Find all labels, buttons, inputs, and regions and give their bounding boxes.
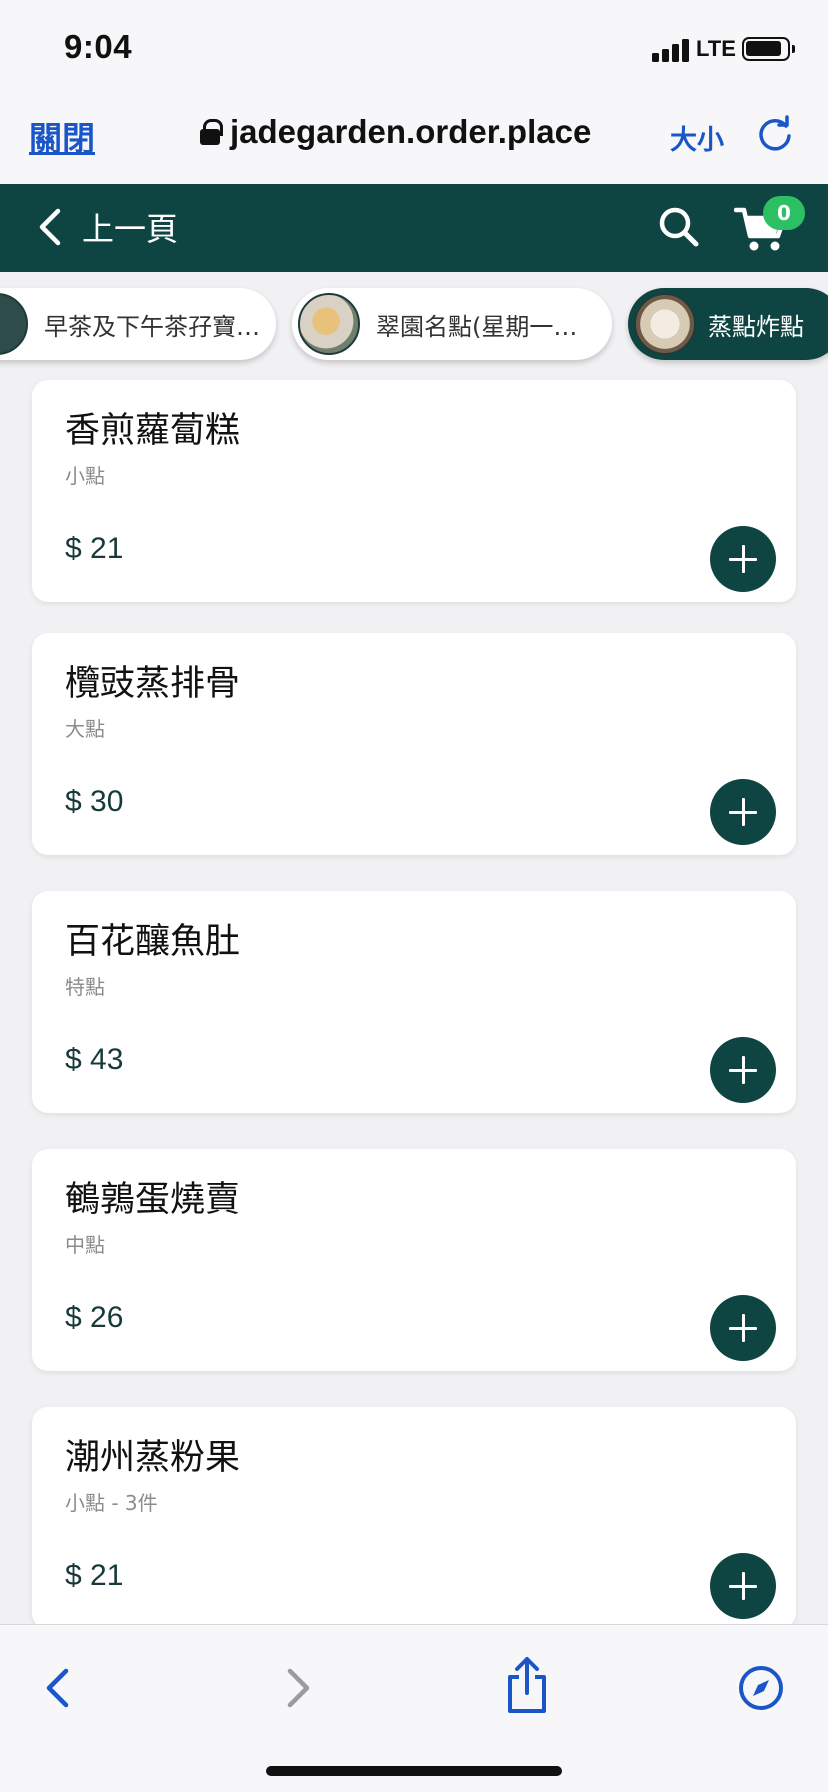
- category-thumbnail: [0, 293, 28, 355]
- category-chip-2[interactable]: 翠園名點(星期一…: [292, 288, 612, 360]
- home-indicator: [266, 1766, 562, 1776]
- app-header: 上一頁: [0, 184, 828, 272]
- close-button[interactable]: 關閉: [29, 112, 95, 160]
- item-name: 鵪鶉蛋燒賣: [65, 1180, 241, 1220]
- category-chip-3[interactable]: 蒸點炸點: [628, 288, 828, 360]
- item-size: 特點: [65, 975, 105, 999]
- item-size: 中點: [65, 1233, 105, 1257]
- add-to-cart-button[interactable]: [710, 526, 776, 592]
- menu-item-card[interactable]: 鵪鶉蛋燒賣 中點 $ 26: [32, 1149, 796, 1371]
- url-text: jadegarden.order.place: [230, 113, 592, 150]
- lock-icon: [200, 119, 223, 145]
- search-icon[interactable]: [658, 206, 700, 248]
- item-name: 百花釀魚肚: [65, 922, 241, 962]
- add-to-cart-button[interactable]: [710, 779, 776, 845]
- item-name: 香煎蘿蔔糕: [65, 411, 241, 451]
- category-chip-1[interactable]: 早茶及下午茶孖寶…: [0, 288, 276, 360]
- address-bar[interactable]: jadegarden.order.place: [200, 110, 591, 154]
- menu-item-card[interactable]: 潮州蒸粉果 小點 - 3件 $ 21: [32, 1407, 796, 1629]
- cart-count-badge: 0: [763, 196, 805, 230]
- item-price: $ 30: [65, 785, 124, 818]
- menu-item-card[interactable]: 百花釀魚肚 特點 $ 43: [32, 891, 796, 1113]
- item-name: 潮州蒸粉果: [65, 1438, 241, 1478]
- status-time: 9:04: [64, 28, 133, 65]
- item-price: $ 43: [65, 1043, 124, 1076]
- share-icon[interactable]: [502, 1655, 552, 1715]
- text-size-button[interactable]: 大小: [670, 118, 724, 157]
- back-chevron-icon: [39, 208, 61, 246]
- item-price: $ 21: [65, 532, 124, 565]
- category-chips: 早茶及下午茶孖寶… 翠園名點(星期一… 蒸點炸點: [0, 282, 828, 368]
- item-size: 大點: [65, 717, 105, 741]
- item-price: $ 26: [65, 1301, 124, 1334]
- category-thumbnail: [634, 293, 696, 355]
- item-size: 小點: [65, 464, 105, 488]
- menu-item-card[interactable]: 香煎蘿蔔糕 小點 $ 21: [32, 380, 796, 602]
- add-to-cart-button[interactable]: [710, 1553, 776, 1619]
- signal-icon: [652, 38, 692, 62]
- item-name: 欖豉蒸排骨: [65, 664, 241, 704]
- compass-icon[interactable]: [736, 1663, 786, 1713]
- category-label: 翠園名點(星期一…: [376, 312, 578, 341]
- category-label: 早茶及下午茶孖寶…: [44, 312, 260, 341]
- add-to-cart-button[interactable]: [710, 1295, 776, 1361]
- back-button[interactable]: 上一頁: [36, 204, 178, 250]
- category-label: 蒸點炸點: [708, 312, 804, 341]
- back-label: 上一頁: [82, 210, 179, 248]
- reload-icon[interactable]: [756, 114, 796, 154]
- item-price: $ 21: [65, 1559, 124, 1592]
- network-label: LTE: [696, 36, 736, 61]
- category-thumbnail: [298, 293, 360, 355]
- browser-bar: 關閉 jadegarden.order.place 大小: [0, 96, 828, 184]
- browser-forward-icon[interactable]: [272, 1663, 322, 1713]
- battery-icon: [742, 37, 795, 61]
- item-size: 小點 - 3件: [65, 1491, 158, 1515]
- add-to-cart-button[interactable]: [710, 1037, 776, 1103]
- browser-back-icon[interactable]: [34, 1663, 84, 1713]
- menu-item-card[interactable]: 欖豉蒸排骨 大點 $ 30: [32, 633, 796, 855]
- status-bar: 9:04 LTE: [0, 0, 828, 96]
